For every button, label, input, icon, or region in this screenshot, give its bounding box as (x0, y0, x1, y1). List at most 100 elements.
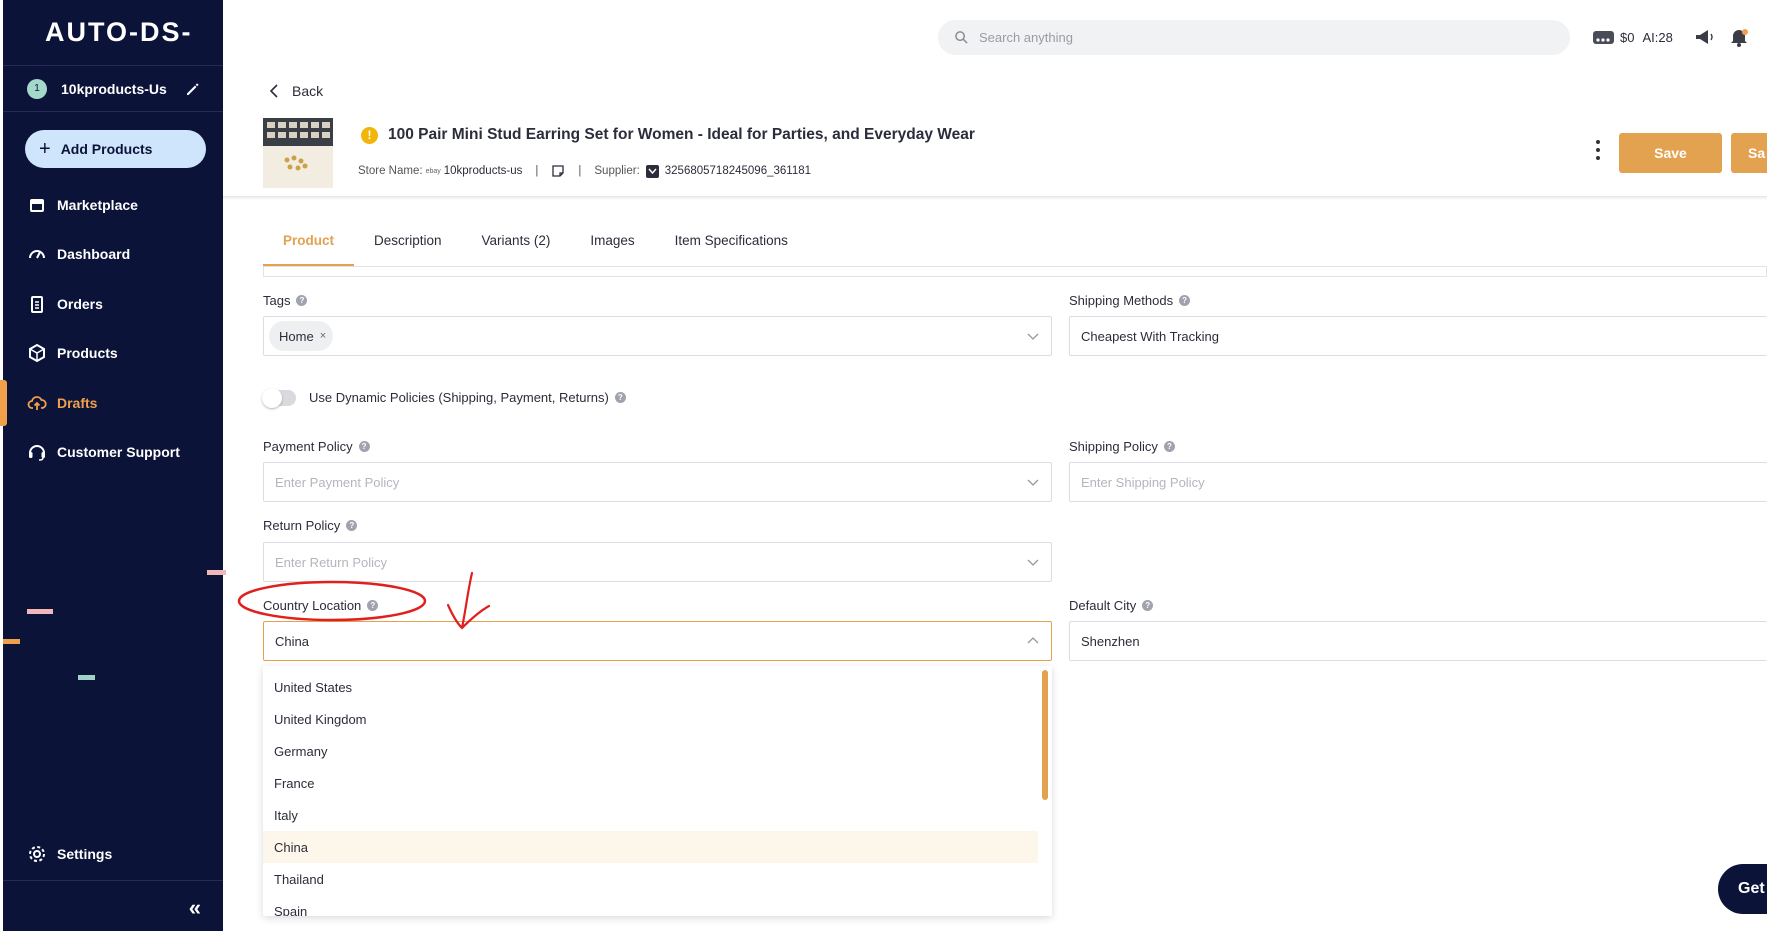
sidebar-item-label: Marketplace (57, 196, 138, 213)
return-policy-select[interactable]: Enter Return Policy (263, 542, 1052, 582)
balance: $0 (1620, 29, 1635, 45)
sidebar-footer: « (3, 880, 223, 931)
megaphone-icon[interactable] (1693, 27, 1717, 47)
country-option-united-states[interactable]: United States (263, 671, 1038, 703)
sidebar-item-dashboard[interactable]: Dashboard (3, 230, 223, 280)
help-icon[interactable]: ? (1163, 441, 1175, 452)
payment-policy-label-text: Payment Policy (263, 439, 353, 454)
store-selector[interactable]: 1 10kproducts-Us (3, 65, 223, 112)
store-name-value: 10kproducts-us (443, 165, 523, 177)
header-divider (223, 196, 1767, 200)
sidebar-item-orders[interactable]: Orders (3, 279, 223, 329)
add-products-button[interactable]: + Add Products (25, 130, 206, 168)
dynamic-policies-label-text: Use Dynamic Policies (Shipping, Payment,… (309, 390, 609, 405)
ebay-logo: ebay (425, 167, 441, 175)
country-option-italy[interactable]: Italy (263, 799, 1038, 831)
search-icon (955, 31, 968, 44)
shipping-policy-label: Shipping Policy? (1069, 439, 1175, 454)
help-icon[interactable]: ? (367, 600, 379, 611)
tab-variants[interactable]: Variants (2) (462, 226, 571, 267)
help-icon[interactable]: ? (346, 520, 358, 531)
default-city-input[interactable]: Shenzhen (1069, 621, 1767, 661)
topbar-right: $0 AI:28 (1592, 27, 1751, 47)
tab-item-specifications[interactable]: Item Specifications (655, 226, 808, 267)
more-options-icon[interactable] (1595, 140, 1601, 160)
plus-icon: + (39, 137, 51, 160)
shipping-methods-label: Shipping Methods? (1069, 293, 1191, 308)
supplier-value[interactable]: 3256805718245096_361181 (665, 165, 811, 177)
ai-credits: AI:28 (1642, 29, 1673, 45)
earring-box-image (263, 118, 333, 188)
back-label: Back (292, 83, 324, 99)
divider: | (578, 165, 582, 177)
shipping-policy-label-text: Shipping Policy (1069, 439, 1158, 454)
decorative-line (78, 675, 95, 680)
payment-policy-select[interactable]: Enter Payment Policy (263, 462, 1052, 502)
shipping-methods-select[interactable]: Cheapest With Tracking (1069, 316, 1767, 356)
save-and-publish-button[interactable]: Sa (1731, 133, 1767, 173)
country-option-france[interactable]: France (263, 767, 1038, 799)
help-icon[interactable]: ? (1142, 600, 1154, 611)
note-icon[interactable] (551, 164, 565, 178)
sidebar-item-marketplace[interactable]: Marketplace (3, 180, 223, 230)
sidebar: AUTO-DS- 1 10kproducts-Us + Add Products… (0, 0, 226, 931)
country-dropdown-menu: United States United Kingdom Germany Fra… (263, 666, 1052, 916)
store-icon (30, 198, 44, 212)
country-location-select[interactable]: China (263, 621, 1052, 661)
shipping-methods-value: Cheapest With Tracking (1081, 328, 1220, 344)
country-option-china[interactable]: China (263, 831, 1038, 863)
country-option-germany[interactable]: Germany (263, 735, 1038, 767)
sidebar-item-products[interactable]: Products (3, 329, 223, 379)
country-option-spain[interactable]: Spain (263, 895, 1038, 917)
back-button[interactable]: Back (266, 83, 323, 99)
tags-select[interactable]: Home × (263, 316, 1052, 356)
country-option-united-kingdom[interactable]: United Kingdom (263, 703, 1038, 735)
country-location-label: Country Location? (263, 598, 379, 613)
save-button[interactable]: Save (1619, 133, 1722, 173)
default-city-label-text: Default City (1069, 598, 1137, 613)
help-icon[interactable]: ? (614, 392, 626, 403)
tab-images[interactable]: Images (570, 226, 654, 267)
country-option-thailand[interactable]: Thailand (263, 863, 1038, 895)
decorative-line (3, 639, 20, 644)
tags-label: Tags? (263, 293, 308, 308)
chevron-left-icon (269, 84, 278, 98)
search-input[interactable] (979, 30, 1479, 45)
collapse-sidebar-icon[interactable]: « (189, 895, 201, 921)
dynamic-policies-label: Use Dynamic Policies (Shipping, Payment,… (309, 390, 626, 405)
wallet-icon[interactable] (1592, 27, 1616, 47)
pencil-icon[interactable] (185, 81, 201, 97)
decorative-line (207, 570, 226, 575)
dropdown-scrollbar[interactable] (1042, 670, 1048, 800)
close-icon[interactable]: × (320, 330, 326, 342)
tab-description[interactable]: Description (354, 226, 462, 267)
clipboard-icon (31, 295, 43, 313)
shipping-policy-placeholder: Enter Shipping Policy (1081, 474, 1205, 490)
autods-logo[interactable]: AUTO-DS- (45, 17, 193, 48)
chat-launcher-button[interactable]: Get (1718, 864, 1767, 914)
gauge-icon (29, 250, 45, 259)
decorative-line (27, 609, 53, 614)
chevron-up-icon (1027, 637, 1039, 644)
settings-label: Settings (57, 846, 113, 862)
shipping-policy-select[interactable]: Enter Shipping Policy (1069, 462, 1767, 502)
tab-product[interactable]: Product (263, 226, 355, 267)
help-icon[interactable]: ? (296, 295, 308, 306)
bell-icon[interactable] (1727, 27, 1751, 47)
box-icon (29, 344, 45, 363)
help-icon[interactable]: ? (1179, 295, 1191, 306)
warning-icon[interactable]: ! (361, 126, 378, 144)
sidebar-item-label: Orders (57, 295, 103, 312)
tag-chip: Home × (269, 321, 334, 351)
sidebar-item-customer-support[interactable]: Customer Support (3, 428, 223, 478)
sidebar-item-label: Customer Support (57, 444, 180, 461)
sidebar-item-settings[interactable]: Settings (3, 832, 223, 876)
store-name-label: Store Name: (358, 165, 423, 177)
sidebar-item-drafts[interactable]: Drafts (0, 378, 223, 428)
global-search[interactable] (938, 20, 1570, 55)
product-thumbnail[interactable] (263, 118, 333, 188)
cloud-upload-icon (27, 395, 47, 410)
help-icon[interactable]: ? (358, 441, 370, 452)
dynamic-policies-toggle[interactable] (262, 388, 296, 408)
chevron-down-icon (1027, 559, 1039, 566)
